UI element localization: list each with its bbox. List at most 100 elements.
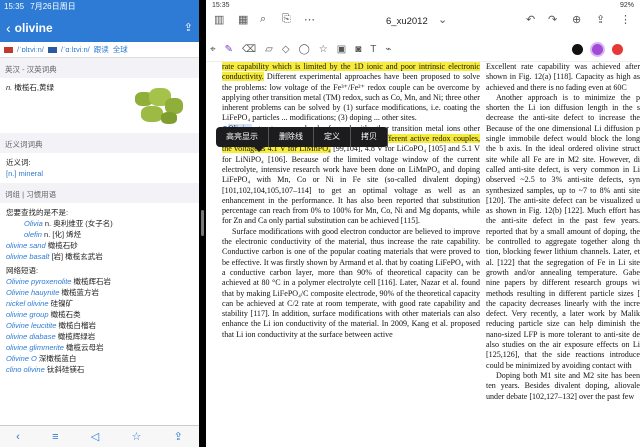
menu-copy[interactable]: 拷贝 <box>351 127 388 147</box>
phrase-en[interactable]: clino olivine <box>6 365 45 374</box>
grid-icon[interactable]: ▦ <box>238 13 248 26</box>
phrase-en[interactable]: Olivine pyroxenolite <box>6 277 71 286</box>
phrase-zh: n. [化] 烯烃 <box>41 230 82 239</box>
synonym-item[interactable]: [n.] mineral <box>6 168 193 179</box>
phrase-en[interactable]: olivine sand <box>6 241 46 250</box>
back-chevron-icon[interactable]: ‹ <box>6 20 11 36</box>
olivine-image[interactable] <box>129 84 189 129</box>
highlighter-icon[interactable]: ▱ <box>265 44 273 55</box>
reader-battery: 92% <box>619 2 634 9</box>
back-icon[interactable]: ‹ <box>16 431 20 443</box>
split-view-divider[interactable] <box>199 0 206 447</box>
phrase-zh: 钛斜硅镁石 <box>44 365 85 374</box>
more-icon[interactable]: ⋯ <box>304 13 315 26</box>
text-tool-icon[interactable]: T <box>370 44 376 55</box>
new-page-icon[interactable]: ⊕ <box>572 13 581 26</box>
section-title-dictionary: 英汉 - 汉英词典 <box>0 58 199 78</box>
paragraph-3[interactable]: Surface modifications with good electron… <box>222 227 480 340</box>
pen-tool-icon[interactable]: ✎ <box>225 44 233 55</box>
image-icon[interactable]: ▣ <box>337 44 346 55</box>
more-options-icon[interactable]: ⋮ <box>620 13 631 26</box>
phrase-item[interactable]: Olivine O 深橄榄蓝白 <box>6 353 193 364</box>
color-black[interactable] <box>572 44 583 55</box>
reader-top-bar: 15:35 92% ▥ ▦ ⌕ ⎘ ⋯ 6_xu2012 ⌄ ↶ ↷ ⊕ ⇪ ⋮ <box>206 0 640 38</box>
paragraph-r2[interactable]: Another approach is to minimize the p sh… <box>486 93 640 371</box>
phrases-card: 您要查找的是不是: Olivia n. 奥利维亚 (女子名) olefin n. … <box>0 203 199 438</box>
phrase-item[interactable]: Olivine leucitite 橄榄白榴岩 <box>6 320 193 331</box>
menu-strikethrough[interactable]: 删除线 <box>269 127 314 147</box>
phrase-zh: 深橄榄蓝白 <box>36 354 77 363</box>
phrase-item[interactable]: Olivine pyroxenolite 橄榄辉石岩 <box>6 276 193 287</box>
status-date: 7月26日周日 <box>30 2 76 11</box>
phrase-en[interactable]: olefin <box>24 230 42 239</box>
follow-read-button[interactable]: 跟读 <box>94 44 109 55</box>
phrase-en[interactable]: nickel olivine <box>6 299 49 308</box>
share-icon[interactable]: ⇪ <box>184 21 193 34</box>
phrase-item[interactable]: clino olivine 钛斜硅镁石 <box>6 364 193 375</box>
phrase-en[interactable]: Olivine leucitite <box>6 321 56 330</box>
paragraph-1[interactable]: rate capability which is limited by the … <box>222 62 480 124</box>
phrase-item[interactable]: olefin n. [化] 烯烃 <box>6 229 193 240</box>
search-icon[interactable]: ⌕ <box>260 13 266 26</box>
phrase-item[interactable]: Olivine hauynite 橄榄蓝方岩 <box>6 287 193 298</box>
phrase-item[interactable]: olivine basalt [岩] 橄榄玄武岩 <box>6 251 193 262</box>
phrase-en[interactable]: Olivia <box>24 219 43 228</box>
redo-icon[interactable]: ↷ <box>548 13 557 26</box>
synonym-heading: 近义词: <box>6 158 31 167</box>
phrase-en[interactable]: Olivine hauynite <box>6 288 59 297</box>
phrase-en[interactable]: olivine diabase <box>6 332 56 341</box>
title-chevron-icon[interactable]: ⌄ <box>438 13 447 26</box>
phrase-item[interactable]: olivine sand 橄榄石砂 <box>6 240 193 251</box>
link-icon[interactable]: ⌁ <box>385 44 391 55</box>
color-red[interactable] <box>612 44 623 55</box>
annotation-toolbar: ⌖ ✎ ⌫ ▱ ◇ ◯ ☆ ▣ ◙ T ⌁ <box>206 38 640 62</box>
menu-highlight[interactable]: 高亮显示 <box>216 127 269 147</box>
phrase-en[interactable]: olivine basalt <box>6 252 49 261</box>
color-purple[interactable] <box>592 44 603 55</box>
phrase-zh: 橄榄石砂 <box>45 241 78 250</box>
synonym-card: 近义词: [n.] mineral <box>0 153 199 183</box>
phonetic-uk[interactable]: /ˈɒlɪviːn/ <box>17 45 44 54</box>
phrase-zh: 橄榄蓝方岩 <box>59 288 99 297</box>
divider-handle[interactable] <box>201 210 204 236</box>
star-icon[interactable]: ☆ <box>319 44 328 55</box>
text-column-left: rate capability which is limited by the … <box>222 62 480 340</box>
phrase-zh: [岩] 橄榄玄武岩 <box>49 252 103 261</box>
phonetic-us[interactable]: /ˈɑːlɪviːn/ <box>61 45 90 54</box>
undo-icon[interactable]: ↶ <box>526 13 535 26</box>
phrase-en[interactable]: olivine glimmerite <box>6 343 64 352</box>
export-icon[interactable]: ⇪ <box>596 13 605 26</box>
phrase-zh: n. 奥利维亚 (女子名) <box>42 219 113 228</box>
phonetics-bar: /ˈɒlɪviːn/ /ˈɑːlɪviːn/ 跟读 全球 <box>0 42 199 58</box>
paragraph-r1[interactable]: Excellent rate capability was achieved a… <box>486 62 640 93</box>
selection-icon[interactable]: ◯ <box>299 44 310 55</box>
phrase-en[interactable]: olivine group <box>6 310 49 319</box>
phrase-item[interactable]: olivine diabase 橄榄辉绿岩 <box>6 331 193 342</box>
share-icon[interactable]: ⇪ <box>174 430 183 443</box>
phrase-item[interactable]: Olivia n. 奥利维亚 (女子名) <box>6 218 193 229</box>
phrase-en[interactable]: Olivine O <box>6 354 37 363</box>
menu-define[interactable]: 定义 <box>314 127 351 147</box>
phrase-item[interactable]: nickel olivine 硅镍矿 <box>6 298 193 309</box>
status-bar: 15:35 7月26日周日 <box>0 0 199 13</box>
dictionary-app: 15:35 7月26日周日 ‹ olivine ⇪ /ˈɒlɪviːn/ /ˈɑ… <box>0 0 199 447</box>
camera-icon[interactable]: ◙ <box>355 44 361 55</box>
pdf-page[interactable]: rate capability which is limited by the … <box>206 62 640 447</box>
uk-flag-icon <box>4 46 13 53</box>
phrase-item[interactable]: olivine glimmerite 橄榄云母岩 <box>6 342 193 353</box>
bookmark-icon[interactable]: ⎘ <box>282 13 291 26</box>
favorite-star-icon[interactable]: ☆ <box>131 430 141 443</box>
sidebar-toggle-icon[interactable]: ▥ <box>214 13 224 26</box>
phrase-zh: 橄榄云母岩 <box>63 343 104 352</box>
dictionary-word: olivine <box>14 20 53 35</box>
lasso-icon[interactable]: ⌖ <box>210 44 216 55</box>
speaker-icon[interactable]: ◁ <box>91 430 99 443</box>
text-column-right: Excellent rate capability was achieved a… <box>486 62 640 402</box>
global-button[interactable]: 全球 <box>113 44 128 55</box>
eraser-icon[interactable]: ⌫ <box>242 44 256 55</box>
paragraph-r3[interactable]: Doping both M1 site and M2 site has been… <box>486 371 640 402</box>
phrase-item[interactable]: olivine group 橄榄石类 <box>6 309 193 320</box>
list-icon[interactable]: ≡ <box>52 431 58 443</box>
shape-icon[interactable]: ◇ <box>282 44 290 55</box>
dictionary-header: ‹ olivine ⇪ <box>0 13 199 42</box>
